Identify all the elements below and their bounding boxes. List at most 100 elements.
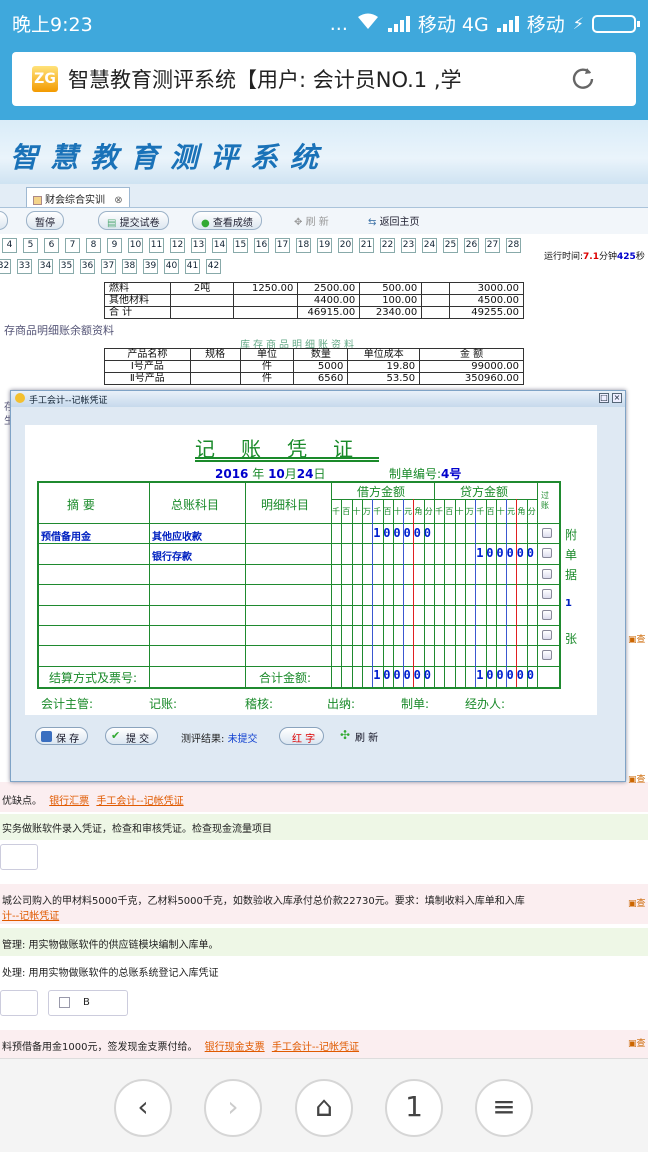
red-entry-button[interactable]: 红 字 — [279, 727, 325, 745]
save-button[interactable]: 保 存 — [35, 727, 89, 745]
bg-line-4: 管理: 用实物做账软件的供应链模块编制入库单。 — [2, 940, 219, 951]
question-number-button[interactable]: 4 — [2, 238, 17, 253]
material-cell — [421, 282, 451, 295]
entry-credit-amount[interactable]: 100000 — [476, 546, 537, 560]
reload-icon[interactable] — [570, 65, 596, 98]
question-number-button[interactable]: 38 — [122, 259, 137, 274]
question-number-button[interactable]: 40 — [164, 259, 179, 274]
question-number-button[interactable]: 15 — [233, 238, 248, 253]
question-number-button[interactable]: 36 — [80, 259, 95, 274]
back-home-button[interactable]: ⇆ 返回主页 — [360, 211, 428, 230]
question-number-button[interactable]: 9 — [107, 238, 122, 253]
view-score-button[interactable]: ● 查看成绩 — [192, 211, 262, 230]
digit-divider — [495, 499, 497, 687]
dialog-refresh-button[interactable]: ✣ 刷 新 — [335, 727, 386, 745]
question-number-button[interactable]: 12 — [170, 238, 185, 253]
grid-line — [39, 523, 559, 524]
pause-button[interactable]: 暂停 — [26, 211, 64, 230]
posted-checkbox[interactable] — [542, 630, 552, 640]
question-number-button[interactable]: 27 — [485, 238, 500, 253]
entry-summary-field[interactable]: 预借备用金 — [41, 528, 91, 543]
question-number-button[interactable]: 39 — [143, 259, 158, 274]
question-number-button[interactable]: 18 — [296, 238, 311, 253]
option-b[interactable]: B — [48, 990, 128, 1016]
posted-checkbox[interactable] — [542, 589, 552, 600]
link-bank-draft[interactable]: 银行汇票 — [49, 796, 89, 807]
tab-financial-training[interactable]: 财会综合实训 ⊗ — [26, 187, 130, 207]
home-button[interactable]: ⌂ — [295, 1079, 353, 1137]
material-cell — [169, 306, 235, 319]
question-number-button[interactable]: 23 — [401, 238, 416, 253]
grid-line — [39, 563, 559, 565]
toolbar-partial-button[interactable] — [0, 211, 8, 230]
question-number-button[interactable]: 37 — [101, 259, 116, 274]
question-number-button[interactable]: 25 — [443, 238, 458, 253]
question-number-button[interactable]: 22 — [380, 238, 395, 253]
submit-button[interactable]: ✔ 提 交 — [105, 727, 159, 745]
entry-account-field[interactable]: 银行存款 — [152, 548, 192, 563]
question-number-button[interactable]: 32 — [0, 259, 11, 274]
back-icon: ‹ — [137, 1090, 149, 1123]
voucher-day[interactable]: 24 — [297, 467, 314, 481]
side-view-icon-3[interactable]: ▣查 — [628, 632, 648, 645]
forward-button[interactable]: › — [204, 1079, 262, 1137]
question-number-button[interactable]: 21 — [359, 238, 374, 253]
posted-checkbox[interactable] — [542, 528, 552, 538]
close-icon[interactable]: × — [612, 393, 622, 403]
question-number-button[interactable]: 20 — [338, 238, 353, 253]
question-number-button[interactable]: 14 — [212, 238, 227, 253]
side-view-icon[interactable]: ▣查 — [628, 896, 648, 909]
question-number-button[interactable]: 19 — [317, 238, 332, 253]
question-number-button[interactable]: 42 — [206, 259, 221, 274]
voucher-month[interactable]: 10 — [268, 467, 285, 481]
dialog-titlebar[interactable]: 手工会计--记帐凭证 □ × — [11, 391, 625, 407]
question-number-button[interactable]: 13 — [191, 238, 206, 253]
posted-checkbox[interactable] — [542, 609, 552, 620]
link-manual-voucher-2[interactable]: 计--记帐凭证 — [2, 911, 59, 922]
question-number-button[interactable]: 41 — [185, 259, 200, 274]
maximize-icon[interactable]: □ — [599, 393, 609, 403]
digit-divider — [464, 499, 466, 687]
voucher-year[interactable]: 2016 — [215, 467, 248, 481]
entry-account-field[interactable]: 其他应收款 — [152, 528, 202, 543]
voucher-no-value[interactable]: 4号 — [441, 467, 461, 481]
question-number-button[interactable]: 26 — [464, 238, 479, 253]
link-cash-check[interactable]: 银行现金支票 — [205, 1042, 265, 1053]
option-checkbox-a[interactable] — [0, 844, 38, 870]
submit-paper-label: 提交试卷 — [119, 218, 160, 229]
attachment-label[interactable]: 1 — [565, 598, 572, 609]
question-number-button[interactable]: 5 — [23, 238, 38, 253]
question-number-button[interactable]: 8 — [86, 238, 101, 253]
side-view-icon-4[interactable]: ▣查 — [628, 772, 648, 785]
question-number-button[interactable]: 17 — [275, 238, 290, 253]
question-number-button[interactable]: 7 — [65, 238, 80, 253]
option-checkbox-left[interactable] — [0, 990, 38, 1016]
tab-close-icon[interactable]: ⊗ — [114, 195, 122, 206]
address-bar[interactable]: ZG 智慧教育测评系统【用户: 会计员NO.1 ,学 — [12, 52, 636, 106]
question-number-button[interactable]: 10 — [128, 238, 143, 253]
question-number-button[interactable]: 35 — [59, 259, 74, 274]
col-debit-header: 借方金额 — [357, 485, 406, 499]
question-number-button[interactable]: 11 — [149, 238, 164, 253]
question-number-button[interactable]: 33 — [17, 259, 32, 274]
link-manual-voucher-3[interactable]: 手工会计--记帐凭证 — [272, 1042, 359, 1053]
posted-checkbox[interactable] — [542, 548, 552, 559]
back-button[interactable]: ‹ — [114, 1079, 172, 1137]
link-manual-voucher-1[interactable]: 手工会计--记帐凭证 — [96, 796, 183, 807]
menu-button[interactable]: ≡ — [475, 1079, 533, 1137]
question-number-button[interactable]: 16 — [254, 238, 269, 253]
submit-paper-button[interactable]: ▤ 提交试卷 — [98, 211, 169, 230]
digit-header: 分 — [527, 507, 536, 516]
tabs-button[interactable]: 1 — [385, 1079, 443, 1137]
question-number-button[interactable]: 24 — [422, 238, 437, 253]
side-view-icon-2[interactable]: ▣查 — [628, 1036, 648, 1049]
posted-checkbox[interactable] — [542, 568, 552, 579]
posted-checkbox[interactable] — [542, 650, 552, 661]
question-number-button[interactable]: 34 — [38, 259, 53, 274]
question-number-button[interactable]: 28 — [506, 238, 521, 253]
page-title-text[interactable]: 智慧教育测评系统【用户: 会计员NO.1 ,学 — [68, 64, 538, 94]
option-b-checkbox[interactable] — [59, 997, 70, 1008]
entry-debit-amount[interactable]: 100000 — [373, 526, 434, 540]
question-number-button[interactable]: 6 — [44, 238, 59, 253]
refresh-button[interactable]: ✥ 刷 新 — [286, 211, 337, 230]
